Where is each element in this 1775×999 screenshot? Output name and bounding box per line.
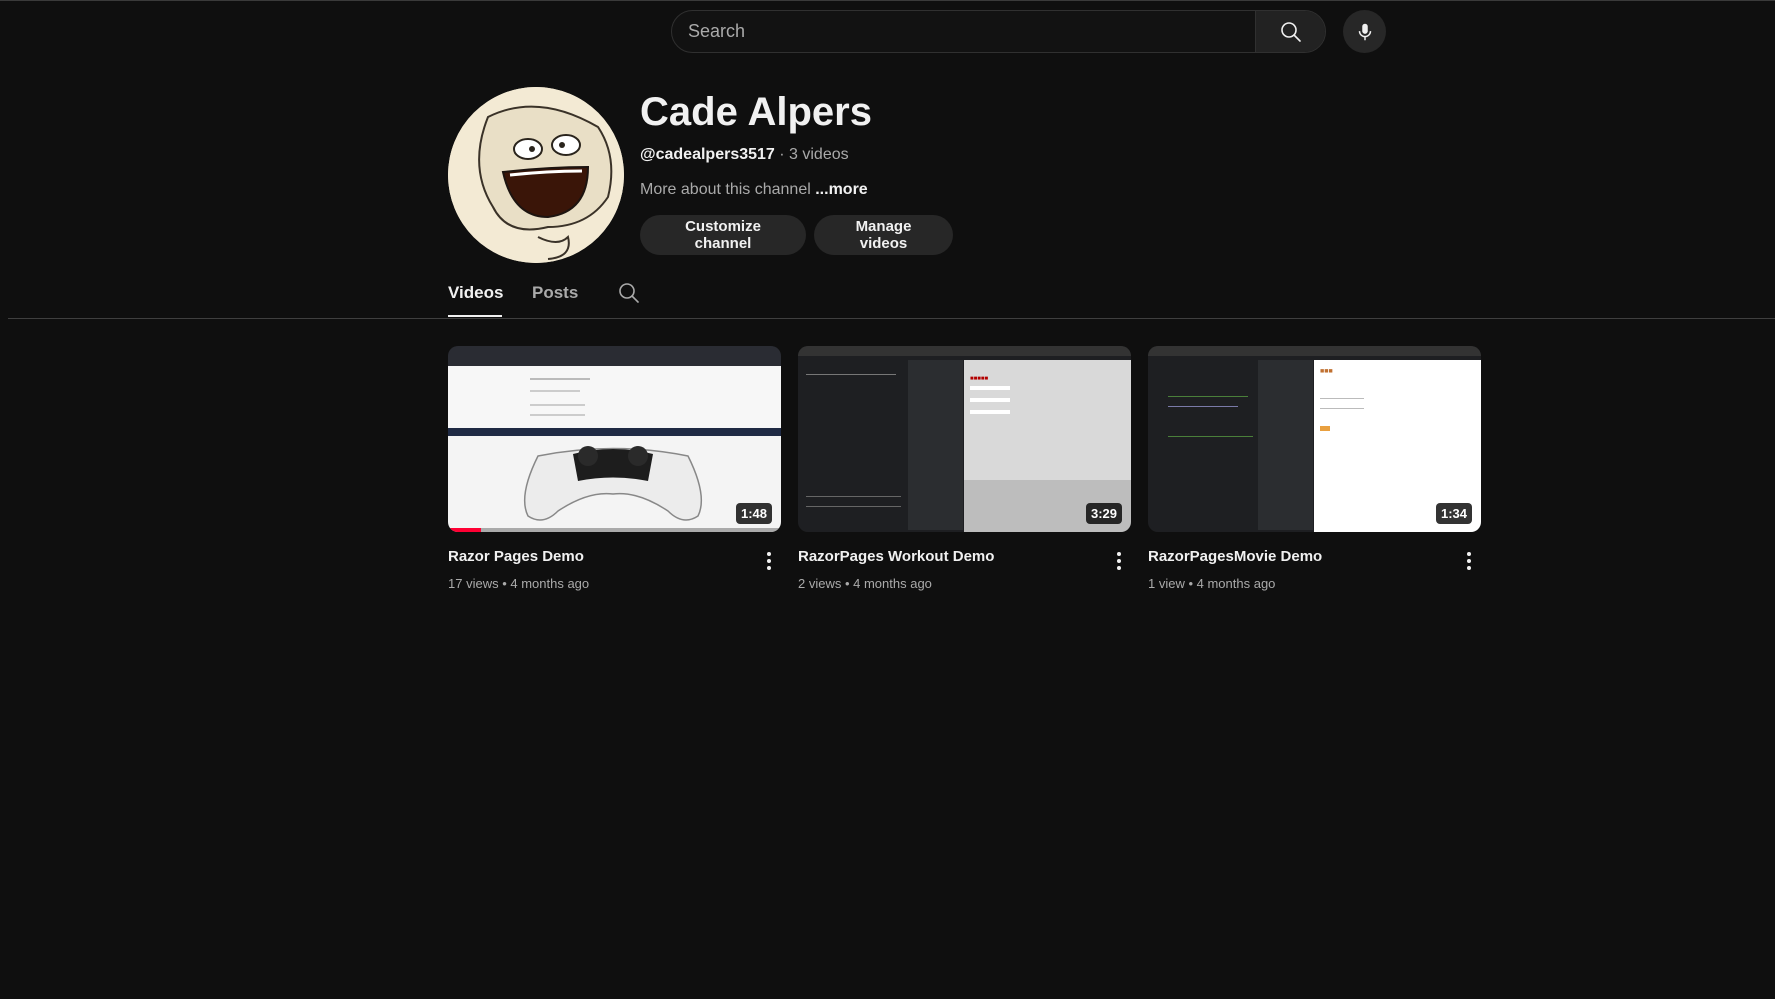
thumbnail-divider bbox=[448, 428, 781, 436]
thumbnail-detail bbox=[970, 398, 1010, 402]
search-box bbox=[671, 10, 1326, 53]
thumbnail-heading: ■■■ bbox=[1320, 368, 1333, 375]
video-card: ■■■ 1:34 RazorPagesMovie Demo 1 view • 4… bbox=[1148, 346, 1481, 591]
video-meta: 2 views • 4 months ago bbox=[798, 576, 932, 591]
controller-image bbox=[523, 446, 703, 521]
thumbnail-detail bbox=[530, 390, 580, 392]
video-card: 1:48 Razor Pages Demo 17 views • 4 month… bbox=[448, 346, 781, 591]
search-input[interactable] bbox=[672, 11, 1255, 52]
thumbnail-detail bbox=[1320, 426, 1330, 431]
thumbnail-menubar bbox=[1148, 346, 1481, 356]
channel-search-icon[interactable] bbox=[617, 281, 641, 305]
manage-videos-button[interactable]: Manage videos bbox=[814, 215, 953, 255]
thumbnail-detail bbox=[530, 404, 585, 406]
channel-meta: @cadealpers3517 · 3 videos bbox=[640, 146, 849, 164]
upload-age: 4 months ago bbox=[510, 576, 590, 591]
channel-description: More about this channel ...more bbox=[640, 181, 868, 199]
top-border bbox=[0, 0, 1775, 1]
tab-videos[interactable]: Videos bbox=[448, 283, 503, 303]
video-count: 3 videos bbox=[789, 146, 849, 163]
view-count: 17 views bbox=[448, 576, 499, 591]
upload-age: 4 months ago bbox=[1196, 576, 1276, 591]
thumbnail-detail bbox=[970, 410, 1010, 414]
channel-avatar[interactable] bbox=[448, 87, 624, 263]
video-duration: 1:34 bbox=[1435, 503, 1472, 524]
video-card: ■■■■■ 3:29 RazorPages Workout Demo 2 vie… bbox=[798, 346, 1131, 591]
search-button[interactable] bbox=[1255, 11, 1325, 52]
tabs-divider bbox=[8, 318, 1775, 319]
thumbnail-heading: ■■■■■ bbox=[970, 376, 989, 382]
watch-progress-track bbox=[448, 528, 781, 532]
tab-posts[interactable]: Posts bbox=[532, 283, 578, 303]
thumbnail-detail bbox=[1168, 396, 1248, 397]
avatar-image bbox=[448, 87, 624, 263]
voice-search-button[interactable] bbox=[1343, 10, 1386, 53]
more-link[interactable]: ...more bbox=[815, 181, 867, 198]
thumbnail-browser bbox=[964, 360, 1131, 480]
thumbnail-form-area bbox=[448, 366, 781, 428]
thumbnail-detail bbox=[970, 386, 1010, 390]
video-thumbnail[interactable]: 1:48 bbox=[448, 346, 781, 532]
thumbnail-menubar bbox=[798, 346, 1131, 356]
meta-separator: · bbox=[774, 146, 790, 163]
thumbnail-detail bbox=[1168, 436, 1253, 437]
video-title[interactable]: Razor Pages Demo bbox=[448, 548, 584, 565]
thumbnail-detail bbox=[806, 374, 896, 375]
thumbnail-detail bbox=[806, 496, 901, 497]
thumbnail-browser-bar bbox=[448, 346, 781, 366]
search-icon bbox=[1280, 21, 1301, 42]
tab-selected-indicator bbox=[448, 315, 502, 317]
thumbnail-detail bbox=[1320, 408, 1364, 409]
video-title[interactable]: RazorPages Workout Demo bbox=[798, 548, 994, 565]
thumbnail-detail bbox=[530, 414, 585, 416]
channel-name: Cade Alpers bbox=[640, 90, 872, 134]
video-duration: 1:48 bbox=[735, 503, 772, 524]
meta-separator: • bbox=[1184, 576, 1197, 591]
thumbnail-detail bbox=[1168, 406, 1238, 407]
thumbnail-explorer bbox=[1258, 360, 1313, 530]
meta-separator: • bbox=[841, 576, 854, 591]
video-thumbnail[interactable]: ■■■ 1:34 bbox=[1148, 346, 1481, 532]
video-meta: 1 view • 4 months ago bbox=[1148, 576, 1275, 591]
meta-separator: • bbox=[498, 576, 511, 591]
thumbnail-explorer bbox=[908, 360, 963, 530]
video-meta: 17 views • 4 months ago bbox=[448, 576, 589, 591]
description-text: More about this channel bbox=[640, 181, 811, 198]
microphone-icon bbox=[1358, 23, 1371, 40]
customize-channel-button[interactable]: Customize channel bbox=[640, 215, 806, 255]
watch-progress-bar bbox=[448, 528, 482, 532]
more-vert-icon[interactable] bbox=[1457, 549, 1481, 573]
thumbnail-detail bbox=[530, 378, 590, 380]
video-title[interactable]: RazorPagesMovie Demo bbox=[1148, 548, 1322, 565]
view-count: 2 views bbox=[798, 576, 842, 591]
view-count: 1 view bbox=[1148, 576, 1185, 591]
thumbnail-detail bbox=[806, 506, 901, 507]
more-vert-icon[interactable] bbox=[1107, 549, 1131, 573]
channel-handle: @cadealpers3517 bbox=[640, 146, 775, 163]
thumbnail-detail bbox=[1320, 398, 1364, 399]
video-thumbnail[interactable]: ■■■■■ 3:29 bbox=[798, 346, 1131, 532]
more-vert-icon[interactable] bbox=[757, 549, 781, 573]
upload-age: 4 months ago bbox=[853, 576, 932, 591]
video-duration: 3:29 bbox=[1085, 503, 1122, 524]
